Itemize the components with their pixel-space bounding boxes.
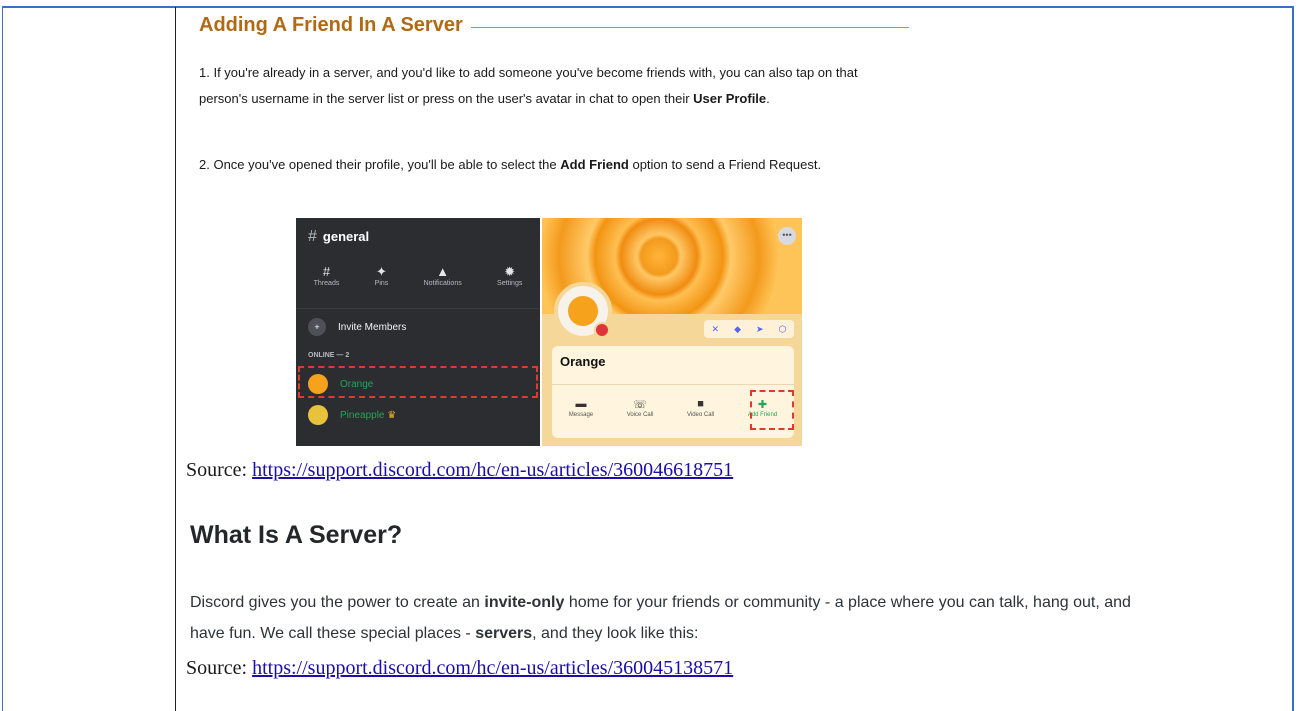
server-text-end: , and they look like this: — [532, 625, 699, 642]
step-2-paragraph: 2. Once you've opened their profile, you… — [199, 152, 899, 178]
settings-tool: ✹ Settings — [497, 264, 522, 287]
bell-icon: ▲ — [436, 264, 450, 279]
message-action: ▬ Message — [569, 398, 593, 418]
member-name: Orange — [340, 378, 374, 390]
server-text-start: Discord gives you the power to create an — [190, 594, 485, 611]
pins-tool: ✦ Pins — [375, 264, 389, 287]
step-1-end: . — [766, 91, 770, 106]
profile-card: Orange ▬ Message ☏ Voice Call ■ Video Call … — [552, 346, 794, 438]
column-divider — [175, 7, 176, 711]
section-heading-row: Adding A Friend In A Server — [199, 14, 909, 37]
more-options-icon: ••• — [778, 227, 796, 245]
online-header: ONLINE — 2 — [308, 352, 350, 359]
profile-avatar — [554, 282, 612, 340]
notifications-tool: ▲ Notifications — [424, 264, 462, 287]
voice-call-label: Voice Call — [626, 412, 654, 418]
server-paragraph: Discord gives you the power to create an… — [190, 587, 1150, 649]
threads-label: Threads — [313, 280, 340, 287]
step-1-bold: User Profile — [693, 91, 767, 106]
source-link-2[interactable]: https://support.discord.com/hc/en-us/art… — [252, 657, 733, 679]
badge-icon: ✕ — [711, 323, 720, 334]
phone-icon: ☏ — [633, 399, 647, 411]
card-divider — [552, 384, 794, 385]
member-list-screenshot: # general # Threads ✦ Pins ▲ Notifications ✹… — [296, 218, 540, 446]
source-line-2: Source: https://support.discord.com/hc/e… — [186, 657, 733, 680]
step-2-end: option to send a Friend Request. — [628, 157, 822, 172]
heading-rule — [470, 26, 909, 28]
orange-fruit-icon — [568, 296, 598, 326]
source-link-1[interactable]: https://support.discord.com/hc/en-us/art… — [252, 459, 733, 481]
member-name: Pineapple — [340, 409, 385, 421]
dnd-status-icon — [594, 322, 610, 338]
message-icon: ▬ — [575, 398, 587, 410]
pineapple-avatar — [308, 405, 328, 425]
badge-icon: ◆ — [734, 323, 742, 334]
threads-icon: # — [322, 264, 331, 279]
section-title: Adding A Friend In A Server — [199, 14, 463, 36]
badge-icon: ⬡ — [778, 323, 787, 334]
message-label: Message — [568, 412, 594, 418]
notifications-label: Notifications — [423, 280, 462, 287]
servers-bold: servers — [475, 625, 533, 642]
video-icon: ■ — [697, 398, 704, 410]
hash-icon: # — [308, 228, 317, 245]
channel-toolbar: # Threads ✦ Pins ▲ Notifications ✹ Settings — [296, 264, 540, 287]
source-line-1: Source: https://support.discord.com/hc/e… — [186, 459, 733, 482]
member-orange: Orange — [308, 374, 373, 394]
channel-title: # general — [308, 228, 369, 246]
step-2-text: 2. Once you've opened their profile, you… — [199, 157, 561, 172]
threads-tool: # Threads — [314, 264, 340, 287]
orange-avatar — [308, 374, 328, 394]
settings-label: Settings — [497, 280, 523, 287]
voice-call-action: ☏ Voice Call — [627, 398, 654, 418]
step-2-bold: Add Friend — [560, 157, 629, 172]
badge-icon: ➤ — [756, 323, 764, 334]
pins-label: Pins — [374, 280, 389, 287]
invite-members-row: + Invite Members — [308, 318, 406, 336]
member-pineapple: Pineapple ♛ — [308, 405, 396, 425]
add-user-icon: + — [308, 318, 326, 336]
invite-only-bold: invite-only — [484, 594, 565, 611]
video-call-action: ■ Video Call — [687, 398, 714, 418]
server-heading: What Is A Server? — [190, 521, 403, 549]
add-friend-highlight — [750, 390, 794, 430]
pin-icon: ✦ — [376, 264, 387, 279]
profile-name: Orange — [560, 354, 606, 369]
crown-icon: ♛ — [387, 409, 397, 421]
toolbar-divider — [296, 308, 540, 309]
user-profile-screenshot: ••• ✕ ◆ ➤ ⬡ Orange ▬ Message ☏ Voice Call ■ Vi… — [542, 218, 802, 446]
channel-name: general — [322, 229, 370, 244]
badge-row: ✕ ◆ ➤ ⬡ — [704, 320, 794, 338]
invite-label: Invite Members — [338, 321, 407, 333]
video-call-label: Video Call — [686, 412, 715, 418]
step-1-paragraph: 1. If you're already in a server, and yo… — [199, 60, 899, 112]
source-label: Source: — [186, 657, 253, 679]
gear-icon: ✹ — [504, 264, 516, 279]
source-label: Source: — [186, 459, 253, 481]
